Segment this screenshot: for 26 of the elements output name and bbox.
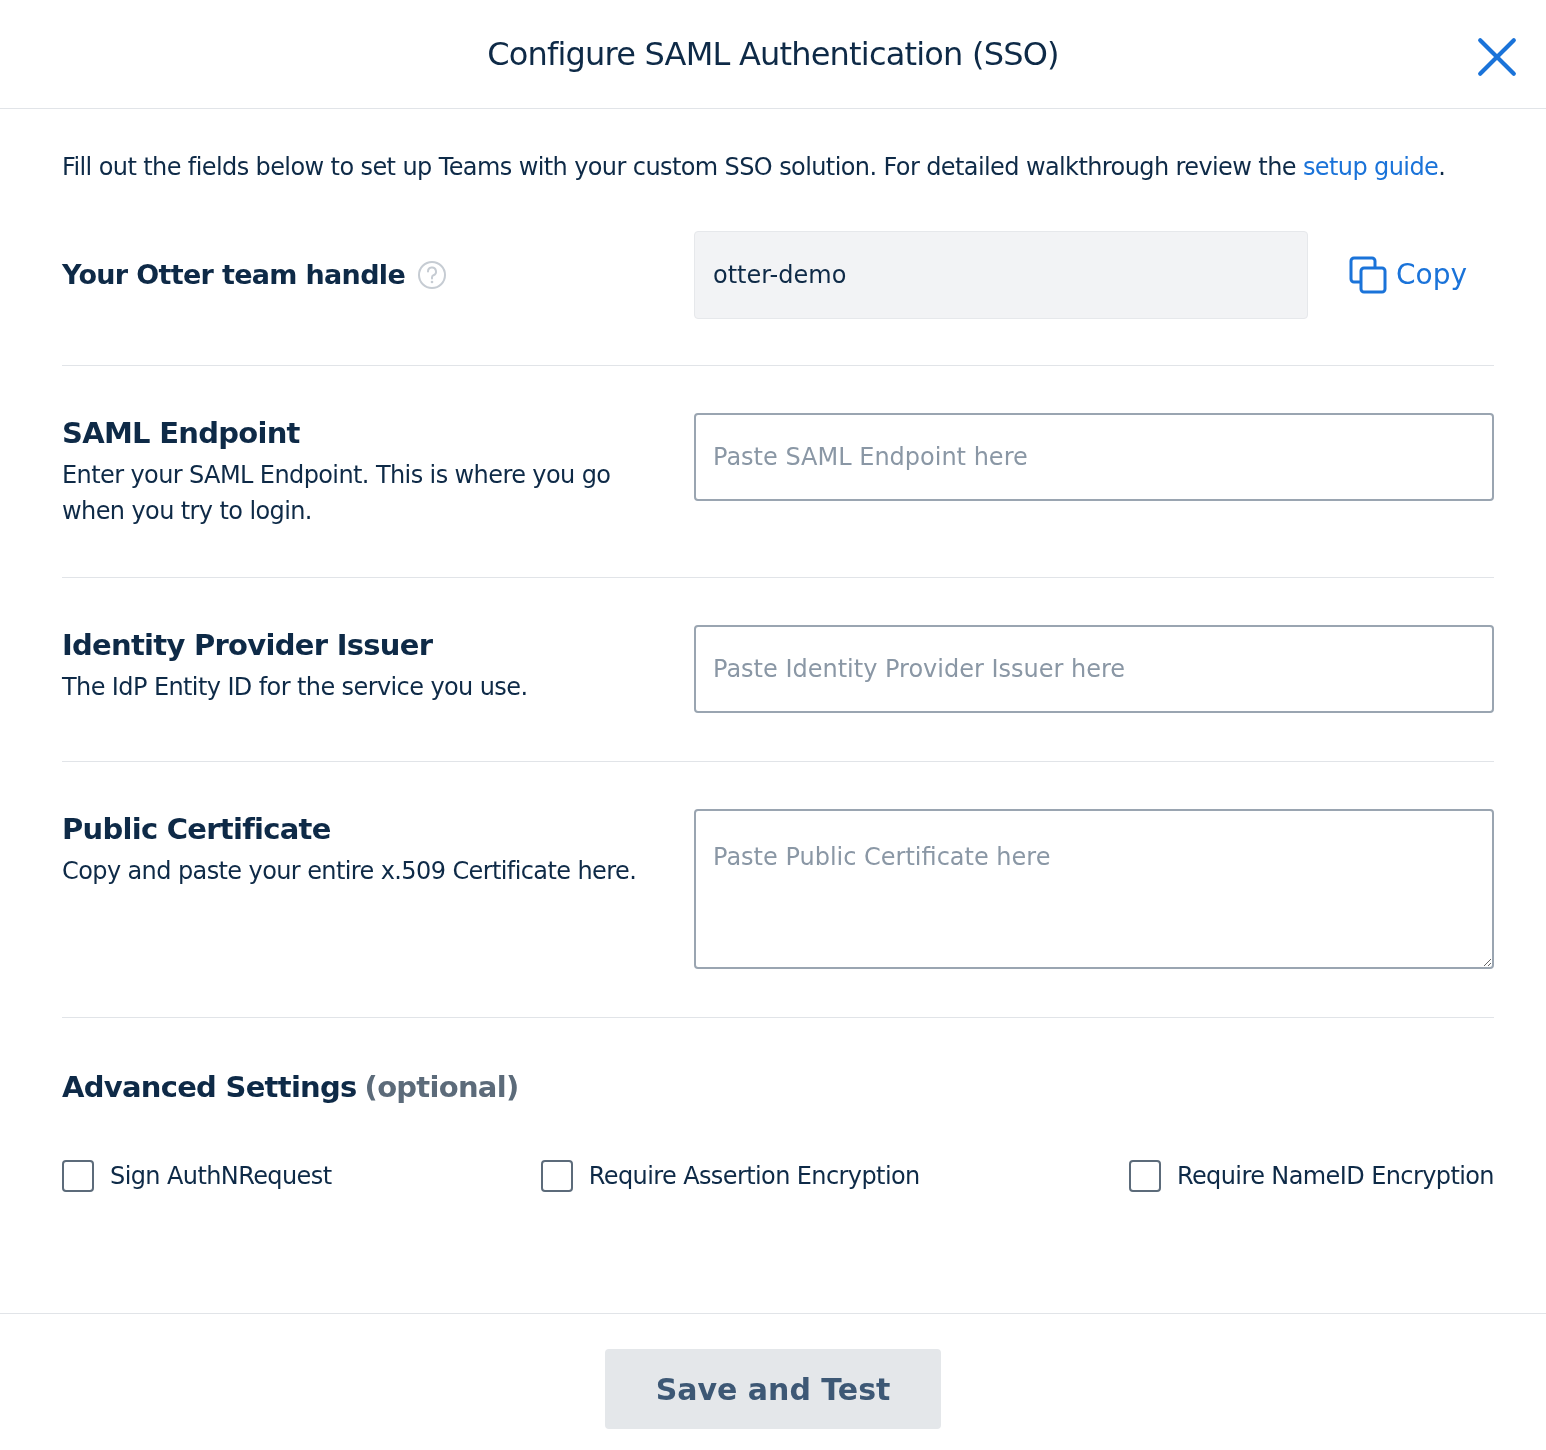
field-description: Enter your SAML Endpoint. This is where you go when you try to login. bbox=[62, 460, 612, 527]
intro-period: . bbox=[1438, 153, 1446, 181]
field-description: The IdP Entity ID for the service you use. bbox=[62, 672, 529, 703]
checkbox-label: Require NameID Encryption bbox=[1176, 1160, 1494, 1192]
field-label: SAML Endpoint bbox=[62, 415, 301, 452]
checkbox-label: Sign AuthNRequest bbox=[110, 1160, 332, 1192]
checkbox[interactable] bbox=[540, 1159, 573, 1192]
handle-field: otter-demo bbox=[694, 231, 1308, 319]
input-field[interactable]: Paste Identity Provider Issuer here bbox=[694, 625, 1494, 713]
advanced-title: Advanced Settings bbox=[62, 1069, 357, 1106]
intro-text: Fill out the fields below to set up Teams with your custom SSO solution. For detailed walkthrough review the setup guide. bbox=[62, 152, 1447, 183]
input-field[interactable]: Paste SAML Endpoint here bbox=[694, 413, 1494, 501]
field-label: Identity Provider Issuer bbox=[62, 627, 434, 664]
checkbox[interactable] bbox=[62, 1159, 94, 1192]
copy-icon bbox=[1348, 255, 1388, 295]
handle-label: Your Otter team handle bbox=[62, 257, 406, 292]
certificate-field[interactable]: Paste Public Certificate here bbox=[694, 809, 1494, 969]
field-description: Copy and paste your entire x.509 Certificate here. bbox=[62, 856, 638, 887]
setup-guide-link[interactable]: setup guide bbox=[1302, 153, 1439, 181]
optional-note: (optional) bbox=[364, 1069, 519, 1106]
field-label: Public Certificate bbox=[62, 811, 332, 848]
close-icon[interactable] bbox=[1476, 36, 1518, 78]
copy-button[interactable]: Copy bbox=[1348, 254, 1468, 296]
checkbox[interactable] bbox=[1128, 1159, 1161, 1192]
dialog-title: Configure SAML Authentication (SSO) bbox=[487, 34, 1059, 75]
checkbox-label: Require Assertion Encryption bbox=[588, 1160, 920, 1192]
